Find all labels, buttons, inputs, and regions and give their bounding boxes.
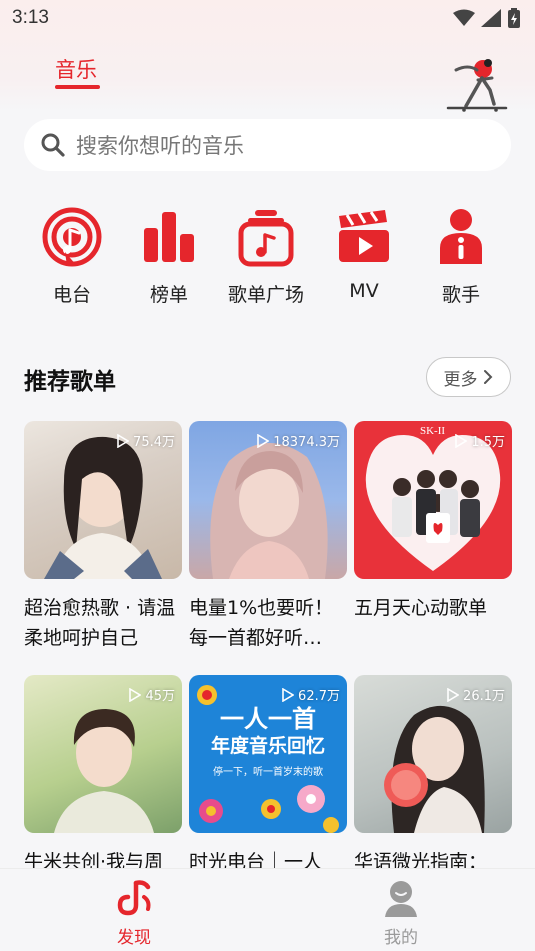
status-bar: 3:13 (0, 0, 535, 36)
play-icon (129, 687, 142, 702)
signal-icon (481, 9, 501, 27)
playlist-card[interactable]: 26.1万 华语微光指南： (354, 675, 512, 877)
cover-headline-1: 一人一首 (220, 705, 316, 733)
playlist-cover: 45万 (24, 675, 182, 833)
tab-music-indicator (55, 85, 100, 89)
playlist-cover: 一人一首 年度音乐回忆 停一下，听一首岁末的歌 62.7万 (189, 675, 347, 833)
quick-nav-playlist-square[interactable]: 歌单广场 (216, 206, 316, 307)
play-count: 1.5万 (455, 431, 505, 450)
quick-nav-label: 电台 (52, 284, 91, 306)
playlist-card[interactable]: 18374.3万 电量1%也要听！每一首都好听… (189, 421, 347, 653)
play-count: 18374.3万 (257, 431, 340, 450)
quick-nav-singer[interactable]: 歌手 (411, 206, 511, 307)
play-icon (257, 433, 270, 448)
more-label: 更多 (443, 369, 478, 390)
play-count: 62.7万 (282, 685, 340, 704)
status-time: 3:13 (12, 7, 49, 28)
quick-nav-label: 歌手 (441, 284, 480, 306)
play-count: 75.4万 (117, 431, 175, 450)
play-icon (282, 687, 295, 702)
bottom-nav-label: 我的 (384, 928, 418, 948)
status-icons (453, 8, 521, 28)
play-count-value: 75.4万 (133, 435, 175, 450)
skateboard-figure-icon[interactable] (444, 56, 510, 112)
recommend-title: 推荐歌单 (24, 369, 116, 395)
play-count-value: 45万 (145, 689, 175, 704)
bottom-nav-label: 发现 (117, 928, 151, 948)
search-placeholder: 搜索你想听的音乐 (76, 134, 244, 158)
skii-brand-text: SK-II (420, 425, 446, 437)
profile-icon (385, 881, 417, 917)
quick-nav-radio[interactable]: 电台 (22, 206, 122, 307)
chart-icon (144, 212, 194, 262)
bottom-nav-mine[interactable]: 我的 (361, 877, 441, 948)
bottom-nav: 发现 我的 (0, 868, 535, 951)
radio-icon (42, 207, 102, 267)
play-count: 45万 (129, 685, 175, 704)
playlist-cover: 75.4万 (24, 421, 182, 579)
play-icon (117, 433, 130, 448)
play-count-value: 26.1万 (463, 689, 505, 704)
quick-nav-mv[interactable]: MV (314, 206, 414, 302)
singer-icon (440, 209, 482, 264)
quick-nav-label: MV (349, 280, 379, 302)
playlist-title: 超治愈热歌 · 请温柔地呵护自己 (24, 597, 176, 649)
playlist-cover: 26.1万 (354, 675, 512, 833)
quick-nav-label: 歌单广场 (227, 284, 304, 306)
search-icon (41, 133, 65, 157)
mv-icon (339, 210, 389, 262)
discover-icon (117, 880, 151, 916)
search-bar[interactable]: 搜索你想听的音乐 (24, 119, 511, 171)
cover-text-block: 一人一首 年度音乐回忆 停一下，听一首岁末的歌 (197, 705, 339, 778)
playlist-card[interactable]: SK-II 1.5万 五月天心动歌单 (354, 421, 512, 623)
playlist-square-icon (238, 210, 294, 267)
cover-subline: 停一下，听一首岁末的歌 (213, 767, 323, 778)
playlist-card[interactable]: 75.4万 超治愈热歌 · 请温柔地呵护自己 (24, 421, 182, 653)
playlist-card[interactable]: 一人一首 年度音乐回忆 停一下，听一首岁末的歌 62.7万 时光电台｜一人 (189, 675, 347, 877)
quick-nav-label: 榜单 (149, 284, 188, 306)
cover-headline-2: 年度音乐回忆 (210, 735, 325, 757)
battery-icon (508, 8, 520, 28)
play-count-value: 1.5万 (471, 435, 505, 450)
quick-nav-charts[interactable]: 榜单 (119, 206, 219, 307)
quick-nav: 电台 榜单 歌单广场 MV 歌手 (22, 206, 513, 316)
playlist-title: 电量1%也要听！每一首都好听… (189, 597, 334, 649)
tab-music[interactable]: 音乐 (55, 54, 97, 84)
playlist-title: 五月天心动歌单 (354, 597, 488, 619)
playlist-card[interactable]: 45万 牛米共创·我与周 (24, 675, 182, 877)
chevron-right-icon (483, 370, 492, 384)
play-icon (447, 687, 460, 702)
play-icon (455, 433, 468, 448)
play-count-value: 18374.3万 (273, 435, 340, 450)
play-count-value: 62.7万 (298, 689, 340, 704)
more-button[interactable]: 更多 (426, 357, 511, 397)
playlist-cover: 18374.3万 (189, 421, 347, 579)
play-count: 26.1万 (447, 685, 505, 704)
wifi-icon (453, 9, 475, 26)
bottom-nav-discover[interactable]: 发现 (94, 877, 174, 948)
playlist-cover: SK-II 1.5万 (354, 421, 512, 579)
